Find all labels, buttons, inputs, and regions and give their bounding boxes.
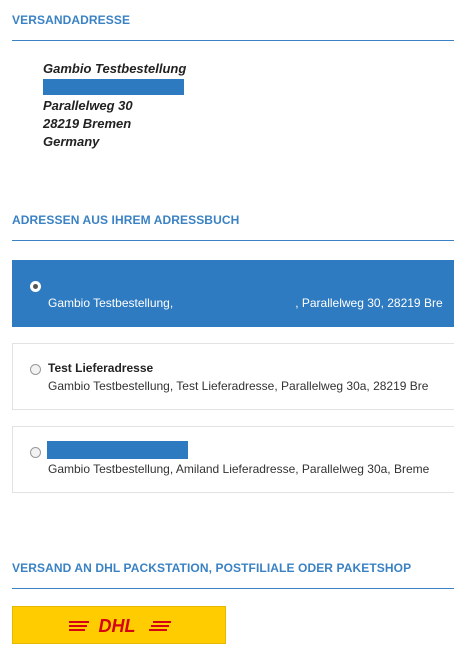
address-title: Test Lieferadresse	[48, 361, 154, 375]
address-line: Gambio Testbestellung, Test Lieferadress…	[48, 379, 429, 393]
divider	[12, 240, 454, 241]
address-option[interactable]: Gambio Testbestellung, Amiland Lieferadr…	[12, 426, 454, 493]
address-radio[interactable]	[30, 281, 41, 292]
divider	[12, 40, 454, 41]
address-option[interactable]: Test Lieferadresse Gambio Testbestellung…	[12, 343, 454, 410]
address-radio[interactable]	[30, 364, 41, 375]
dhl-logo-text: DHL	[99, 616, 136, 636]
address-line-start: Gambio Testbestellung,	[48, 296, 174, 310]
shipping-country: Germany	[43, 134, 100, 149]
shipping-address-heading: VERSANDADRESSE	[12, 13, 131, 27]
dhl-logo-button[interactable]: DHL	[12, 606, 226, 644]
addressbook-heading: ADRESSEN AUS IHREM ADRESSBUCH	[12, 213, 240, 227]
divider	[12, 588, 454, 589]
address-line: Gambio Testbestellung, Amiland Lieferadr…	[48, 462, 430, 476]
address-line-end: , Parallelweg 30, 28219 Bre	[295, 296, 443, 310]
packstation-heading: VERSAND AN DHL PACKSTATION, POSTFILIALE …	[12, 561, 412, 575]
shipping-address-block: Gambio Testbestellung Parallelweg 30 282…	[43, 60, 186, 151]
address-option-selected[interactable]: Gambio Testbestellung, , Parallelweg 30, …	[12, 260, 454, 327]
address-radio[interactable]	[30, 447, 41, 458]
dhl-logo-icon: DHL	[69, 616, 171, 636]
shipping-street: Parallelweg 30	[43, 98, 133, 113]
shipping-city: 28219 Bremen	[43, 116, 132, 131]
address-line: Gambio Testbestellung, , Parallelweg 30, …	[48, 296, 443, 310]
redacted-field	[43, 79, 184, 95]
redacted-field	[47, 441, 188, 459]
shipping-name: Gambio Testbestellung	[43, 61, 187, 76]
